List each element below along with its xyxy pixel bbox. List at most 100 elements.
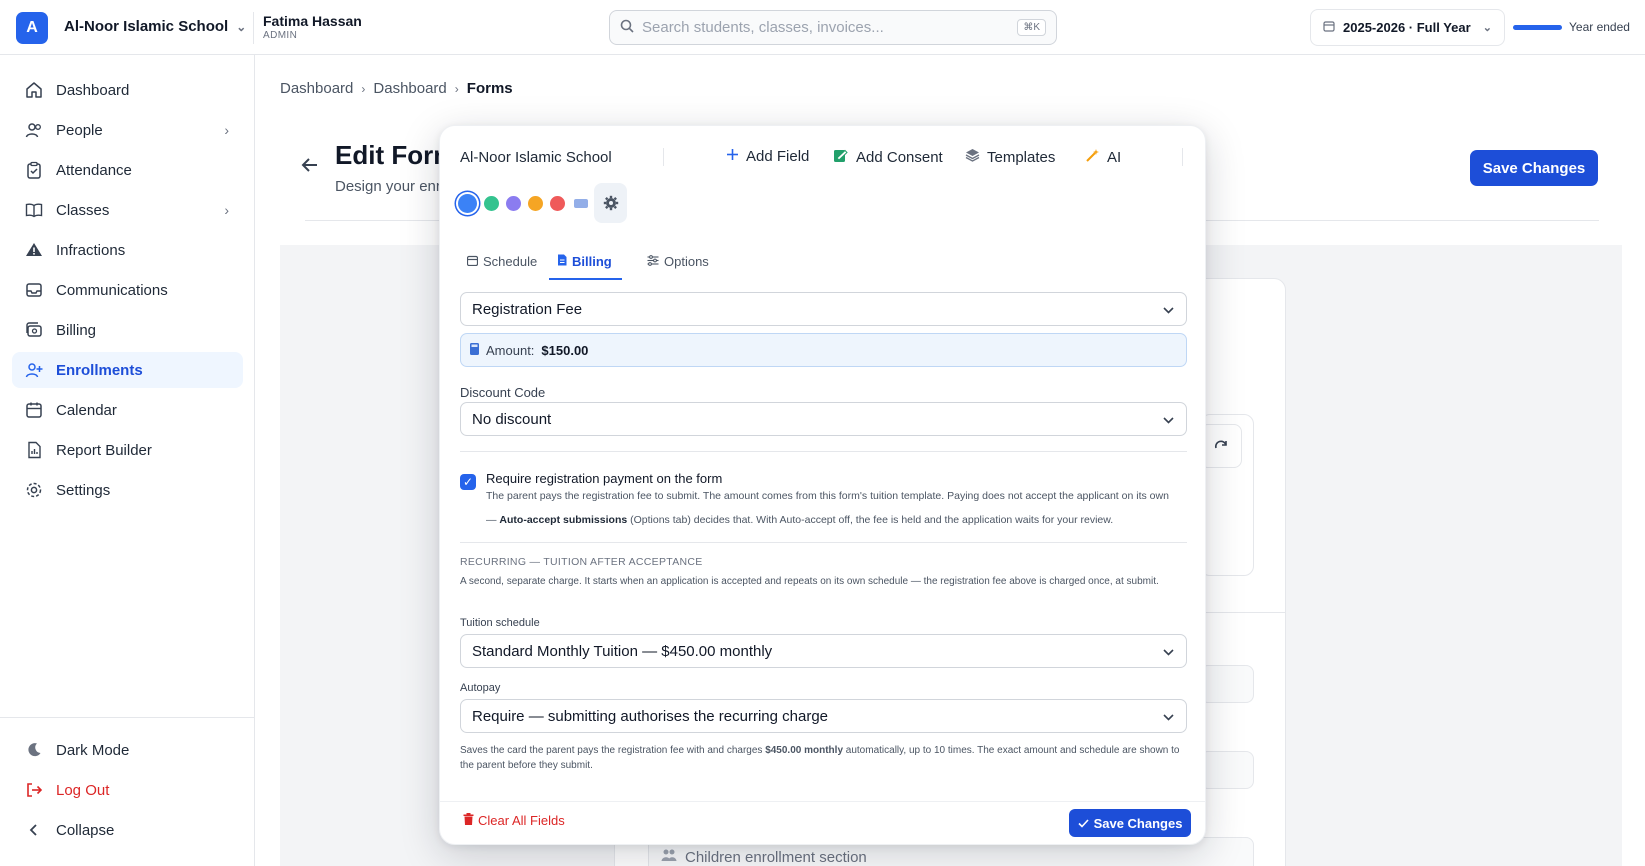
receipt-icon: [557, 254, 567, 269]
chevron-down-icon: ⌄: [1482, 22, 1492, 34]
custom-color-icon[interactable]: [574, 199, 588, 208]
select-value: No discount: [472, 410, 552, 428]
recurring-description: A second, separate charge. It starts whe…: [460, 576, 1159, 587]
ai-button[interactable]: AI: [1085, 148, 1121, 167]
chevron-left-icon: [24, 820, 44, 840]
log-out-button[interactable]: Log Out: [12, 772, 243, 808]
dark-mode-toggle[interactable]: Dark Mode: [12, 732, 243, 768]
add-consent-button[interactable]: Add Consent: [833, 148, 943, 167]
search-input[interactable]: Search students, classes, invoices...: [642, 19, 1017, 36]
calculator-icon: [470, 342, 479, 358]
add-field-button[interactable]: Add Field: [726, 148, 809, 165]
log-out-label: Log Out: [56, 781, 110, 799]
chevron-right-icon: ›: [224, 122, 229, 138]
book-icon: [24, 200, 44, 220]
field-label: Children enrollment section: [685, 848, 867, 866]
save-label: Save Changes: [1093, 815, 1183, 831]
school-logo[interactable]: A: [16, 12, 48, 44]
users-icon: [661, 848, 677, 866]
plus-icon: [726, 148, 739, 165]
school-switcher[interactable]: Al-Noor Islamic School ⌄: [64, 18, 246, 35]
sidebar-item-enrollments[interactable]: Enrollments: [12, 352, 243, 388]
moon-icon: [24, 740, 44, 760]
help-text: —: [486, 514, 500, 526]
sidebar-item-label: Infractions: [56, 241, 126, 259]
breadcrumb-current: Forms: [466, 80, 513, 97]
signature-icon: [833, 148, 849, 167]
color-swatch-green[interactable]: [484, 196, 499, 211]
gear-icon: [24, 480, 44, 500]
color-swatch-orange[interactable]: [528, 196, 543, 211]
sidebar-item-label: Billing: [56, 321, 97, 339]
sidebar-item-classes[interactable]: Classes ›: [12, 192, 243, 228]
calendar-icon: [1323, 20, 1335, 35]
discount-code-select[interactable]: No discount: [460, 402, 1187, 436]
save-changes-button[interactable]: Save Changes: [1470, 150, 1598, 186]
form-preview-input: [1200, 751, 1254, 789]
clear-all-fields-button[interactable]: Clear All Fields: [463, 813, 565, 828]
breadcrumb: Dashboard › Dashboard › Forms: [280, 80, 513, 97]
global-search[interactable]: Search students, classes, invoices... ⌘K: [609, 10, 1057, 45]
sidebar-item-calendar[interactable]: Calendar: [12, 392, 243, 428]
log-out-icon: [24, 780, 44, 800]
panel-save-changes-button[interactable]: Save Changes: [1069, 809, 1191, 837]
collapse-button[interactable]: Collapse: [12, 812, 243, 848]
sidebar-item-dashboard[interactable]: Dashboard: [12, 72, 243, 108]
sidebar-item-billing[interactable]: Billing: [12, 312, 243, 348]
tab-label: Options: [664, 254, 709, 269]
divider: [253, 12, 254, 44]
tab-options[interactable]: Options: [647, 250, 709, 280]
tab-billing[interactable]: Billing: [549, 250, 622, 280]
tab-label: Schedule: [483, 254, 538, 269]
school-year-select[interactable]: 2025-2026 · Full Year ⌄: [1310, 9, 1505, 46]
sidebar-item-label: Report Builder: [56, 441, 152, 459]
autopay-select[interactable]: Require — submitting authorises the recu…: [460, 699, 1187, 733]
user-plus-icon: [24, 360, 44, 380]
user-role: ADMIN: [263, 30, 298, 41]
back-arrow-icon[interactable]: [300, 155, 320, 181]
templates-button[interactable]: Templates: [965, 148, 1055, 166]
breadcrumb-item[interactable]: Dashboard: [373, 80, 446, 97]
divider: [1182, 148, 1183, 166]
divider: [663, 148, 664, 166]
tuition-schedule-select[interactable]: Standard Monthly Tuition — $450.00 month…: [460, 634, 1187, 668]
sidebar-item-label: Attendance: [56, 161, 132, 179]
breadcrumb-item[interactable]: Dashboard: [280, 80, 353, 97]
amount-label: Amount:: [486, 342, 535, 358]
home-icon: [24, 80, 44, 100]
tuition-template-select[interactable]: Registration Fee: [460, 292, 1187, 326]
sidebar-item-communications[interactable]: Communications: [12, 272, 243, 308]
sidebar-item-report-builder[interactable]: Report Builder: [12, 432, 243, 468]
trash-icon: [463, 813, 474, 828]
chevron-down-icon: [1163, 709, 1174, 724]
school-name: Al-Noor Islamic School: [64, 18, 229, 35]
form-settings-panel: Al-Noor Islamic School Add Field Add Con…: [439, 125, 1206, 845]
color-swatch-purple[interactable]: [506, 196, 521, 211]
require-payment-checkbox[interactable]: ✓: [460, 474, 476, 490]
tab-schedule[interactable]: Schedule: [466, 250, 538, 280]
help-text: (Options tab) decides that. With Auto-ac…: [627, 514, 1114, 526]
sidebar-item-infractions[interactable]: Infractions: [12, 232, 243, 268]
autopay-help: Saves the card the parent pays the regis…: [460, 743, 1180, 773]
sidebar-item-settings[interactable]: Settings: [12, 472, 243, 508]
sidebar-item-attendance[interactable]: Attendance: [12, 152, 243, 188]
sidebar-item-label: Calendar: [56, 401, 117, 419]
sidebar-item-people[interactable]: People ›: [12, 112, 243, 148]
redo-icon[interactable]: [1200, 424, 1242, 468]
clear-label: Clear All Fields: [478, 813, 565, 828]
dark-mode-label: Dark Mode: [56, 741, 130, 759]
sidebar-divider: [0, 717, 255, 718]
select-value: Registration Fee: [472, 300, 583, 318]
gear-icon[interactable]: [594, 183, 627, 223]
user-name[interactable]: Fatima Hassan: [263, 13, 362, 29]
sliders-icon: [647, 254, 659, 269]
chevron-right-icon: ›: [224, 202, 229, 218]
billing-icon: [24, 320, 44, 340]
section-divider: [460, 451, 1187, 452]
help-emphasis: Auto-accept submissions: [499, 514, 628, 526]
sidebar-item-label: Classes: [56, 201, 110, 219]
sidebar-item-label: Settings: [56, 481, 111, 499]
color-swatch-red[interactable]: [550, 196, 565, 211]
inbox-icon: [24, 280, 44, 300]
color-swatch-blue[interactable]: [458, 194, 477, 213]
